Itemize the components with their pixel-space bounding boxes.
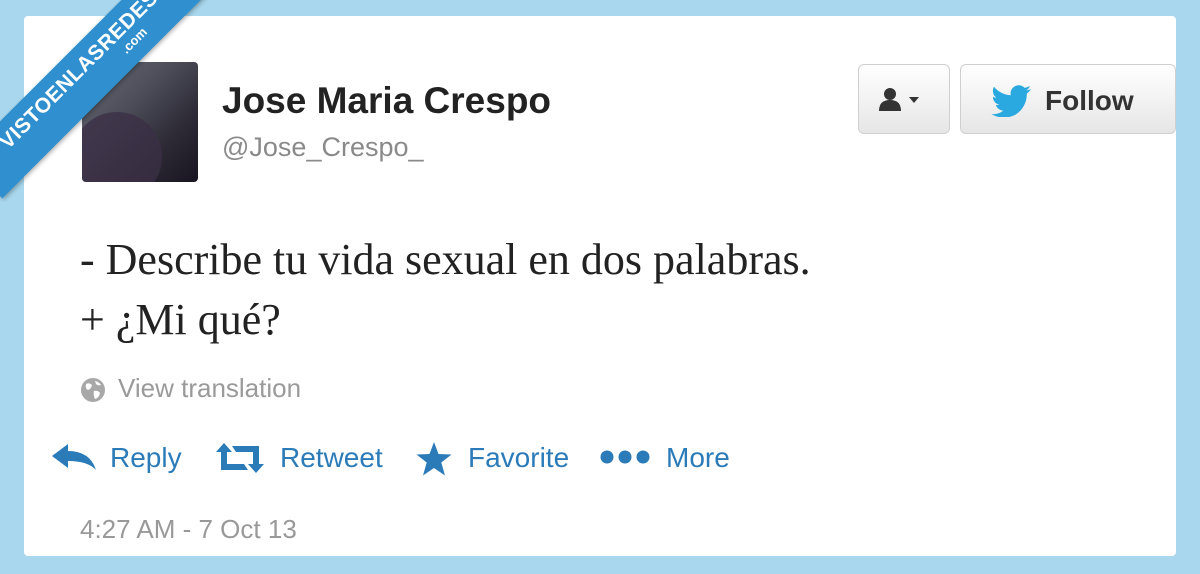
view-translation-label: View translation bbox=[118, 373, 302, 403]
retweet-label: Retweet bbox=[280, 442, 383, 473]
tweet-line-2: + ¿Mi qué? bbox=[80, 295, 281, 344]
tweet-text: - Describe tu vida sexual en dos palabra… bbox=[80, 230, 811, 350]
globe-icon bbox=[81, 378, 105, 402]
tweet-card: Jose Maria Crespo @Jose_Crespo_ Follow -… bbox=[24, 16, 1176, 556]
more-action[interactable]: More bbox=[600, 436, 740, 480]
reply-label: Reply bbox=[110, 442, 182, 473]
retweet-icon bbox=[216, 443, 264, 473]
reply-icon bbox=[52, 444, 96, 470]
retweet-action[interactable]: Retweet bbox=[214, 436, 394, 480]
user-actions-button[interactable] bbox=[858, 64, 950, 134]
favorite-label: Favorite bbox=[468, 442, 570, 473]
timestamp[interactable]: 4:27 AM - 7 Oct 13 bbox=[80, 514, 297, 545]
star-icon bbox=[416, 442, 452, 476]
favorite-action[interactable]: Favorite bbox=[416, 436, 576, 480]
twitter-bird-icon bbox=[991, 85, 1031, 117]
more-dots-icon bbox=[600, 450, 650, 464]
follow-button[interactable]: Follow bbox=[960, 64, 1176, 134]
profile-handle[interactable]: @Jose_Crespo_ bbox=[222, 132, 424, 163]
tweet-line-1: - Describe tu vida sexual en dos palabra… bbox=[80, 235, 811, 284]
reply-action[interactable]: Reply bbox=[52, 436, 212, 480]
more-label: More bbox=[666, 442, 730, 473]
profile-name[interactable]: Jose Maria Crespo bbox=[222, 80, 551, 122]
follow-label: Follow bbox=[1045, 85, 1134, 116]
user-dropdown-icon bbox=[879, 88, 919, 111]
